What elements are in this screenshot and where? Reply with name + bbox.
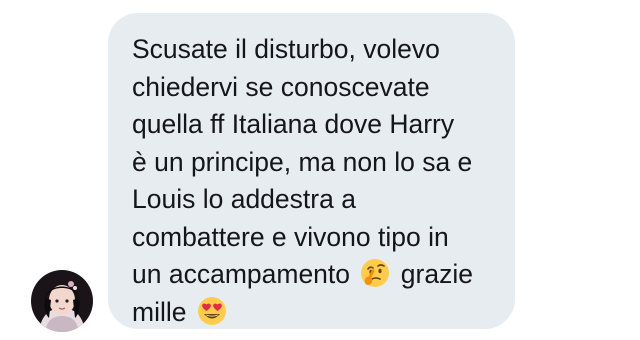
heart-eyes-face-icon: [196, 295, 228, 327]
sender-avatar[interactable]: [31, 270, 93, 332]
message-fragment: un accampamento: [132, 259, 351, 289]
message-text: Scusate il disturbo, volevo chiedervi se…: [132, 31, 495, 331]
message-line: combattere e vivono tipo in: [132, 221, 449, 252]
message-fragment: grazie: [400, 259, 473, 289]
message-line: Scusate il disturbo, volevo: [132, 34, 440, 64]
message-line: è un principe, ma non lo sa e: [132, 146, 473, 177]
avatar-image: [31, 270, 93, 332]
message-line: Louis lo addestra a: [132, 184, 356, 214]
message-line: chiedervi se conoscevate: [132, 71, 430, 102]
message-fragment: mille: [132, 296, 187, 327]
message-line-8: mille: [132, 294, 495, 332]
message-bubble: Scusate il disturbo, volevo chiedervi se…: [108, 13, 515, 329]
message-line-7: un accampamento grazie: [132, 256, 495, 294]
thinking-face-icon: [359, 257, 391, 289]
message-line: quella ff Italiana dove Harry: [132, 109, 455, 139]
